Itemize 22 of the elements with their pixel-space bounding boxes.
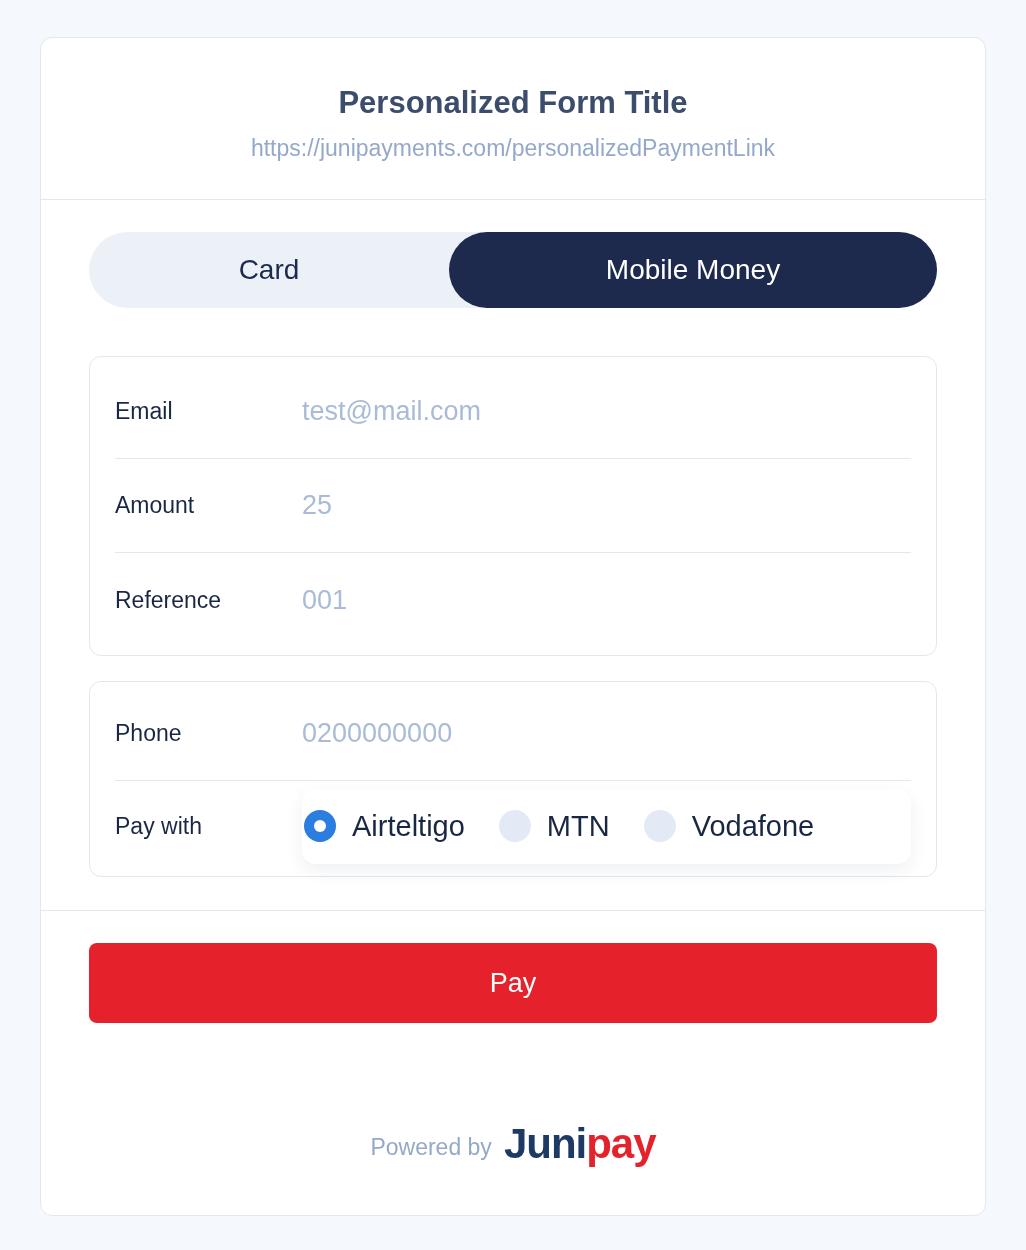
option-label[interactable]: Airteltigo	[352, 809, 465, 843]
field-label: Reference	[115, 586, 222, 614]
form-title: Personalized Form Title	[338, 84, 688, 122]
radio-button[interactable]	[643, 810, 676, 842]
pay-button[interactable]: Pay	[89, 943, 937, 1023]
brand-logo: Junipay	[503, 1119, 656, 1169]
tab[interactable]: Card	[89, 232, 449, 308]
input-field[interactable]: 0200000000	[302, 713, 911, 754]
field-label: Amount	[115, 492, 195, 519]
option-label[interactable]: MTN	[546, 809, 610, 843]
powered-by-text: Powered by	[370, 1132, 492, 1161]
input-field[interactable]: 25	[302, 485, 911, 526]
field-label: Pay with	[115, 812, 202, 840]
field-label: Phone	[115, 720, 182, 747]
form-url: https://junipayments.com/personalizedPaymentLink	[250, 134, 776, 163]
option-label[interactable]: Vodafone	[691, 809, 815, 843]
field-label: Email	[115, 398, 173, 425]
tab[interactable]: Mobile Money	[449, 232, 937, 308]
radio-button[interactable]	[304, 810, 336, 842]
input-field[interactable]: test@mail.com	[302, 391, 911, 432]
radio-button[interactable]	[498, 810, 531, 842]
input-field[interactable]: 001	[302, 580, 911, 620]
